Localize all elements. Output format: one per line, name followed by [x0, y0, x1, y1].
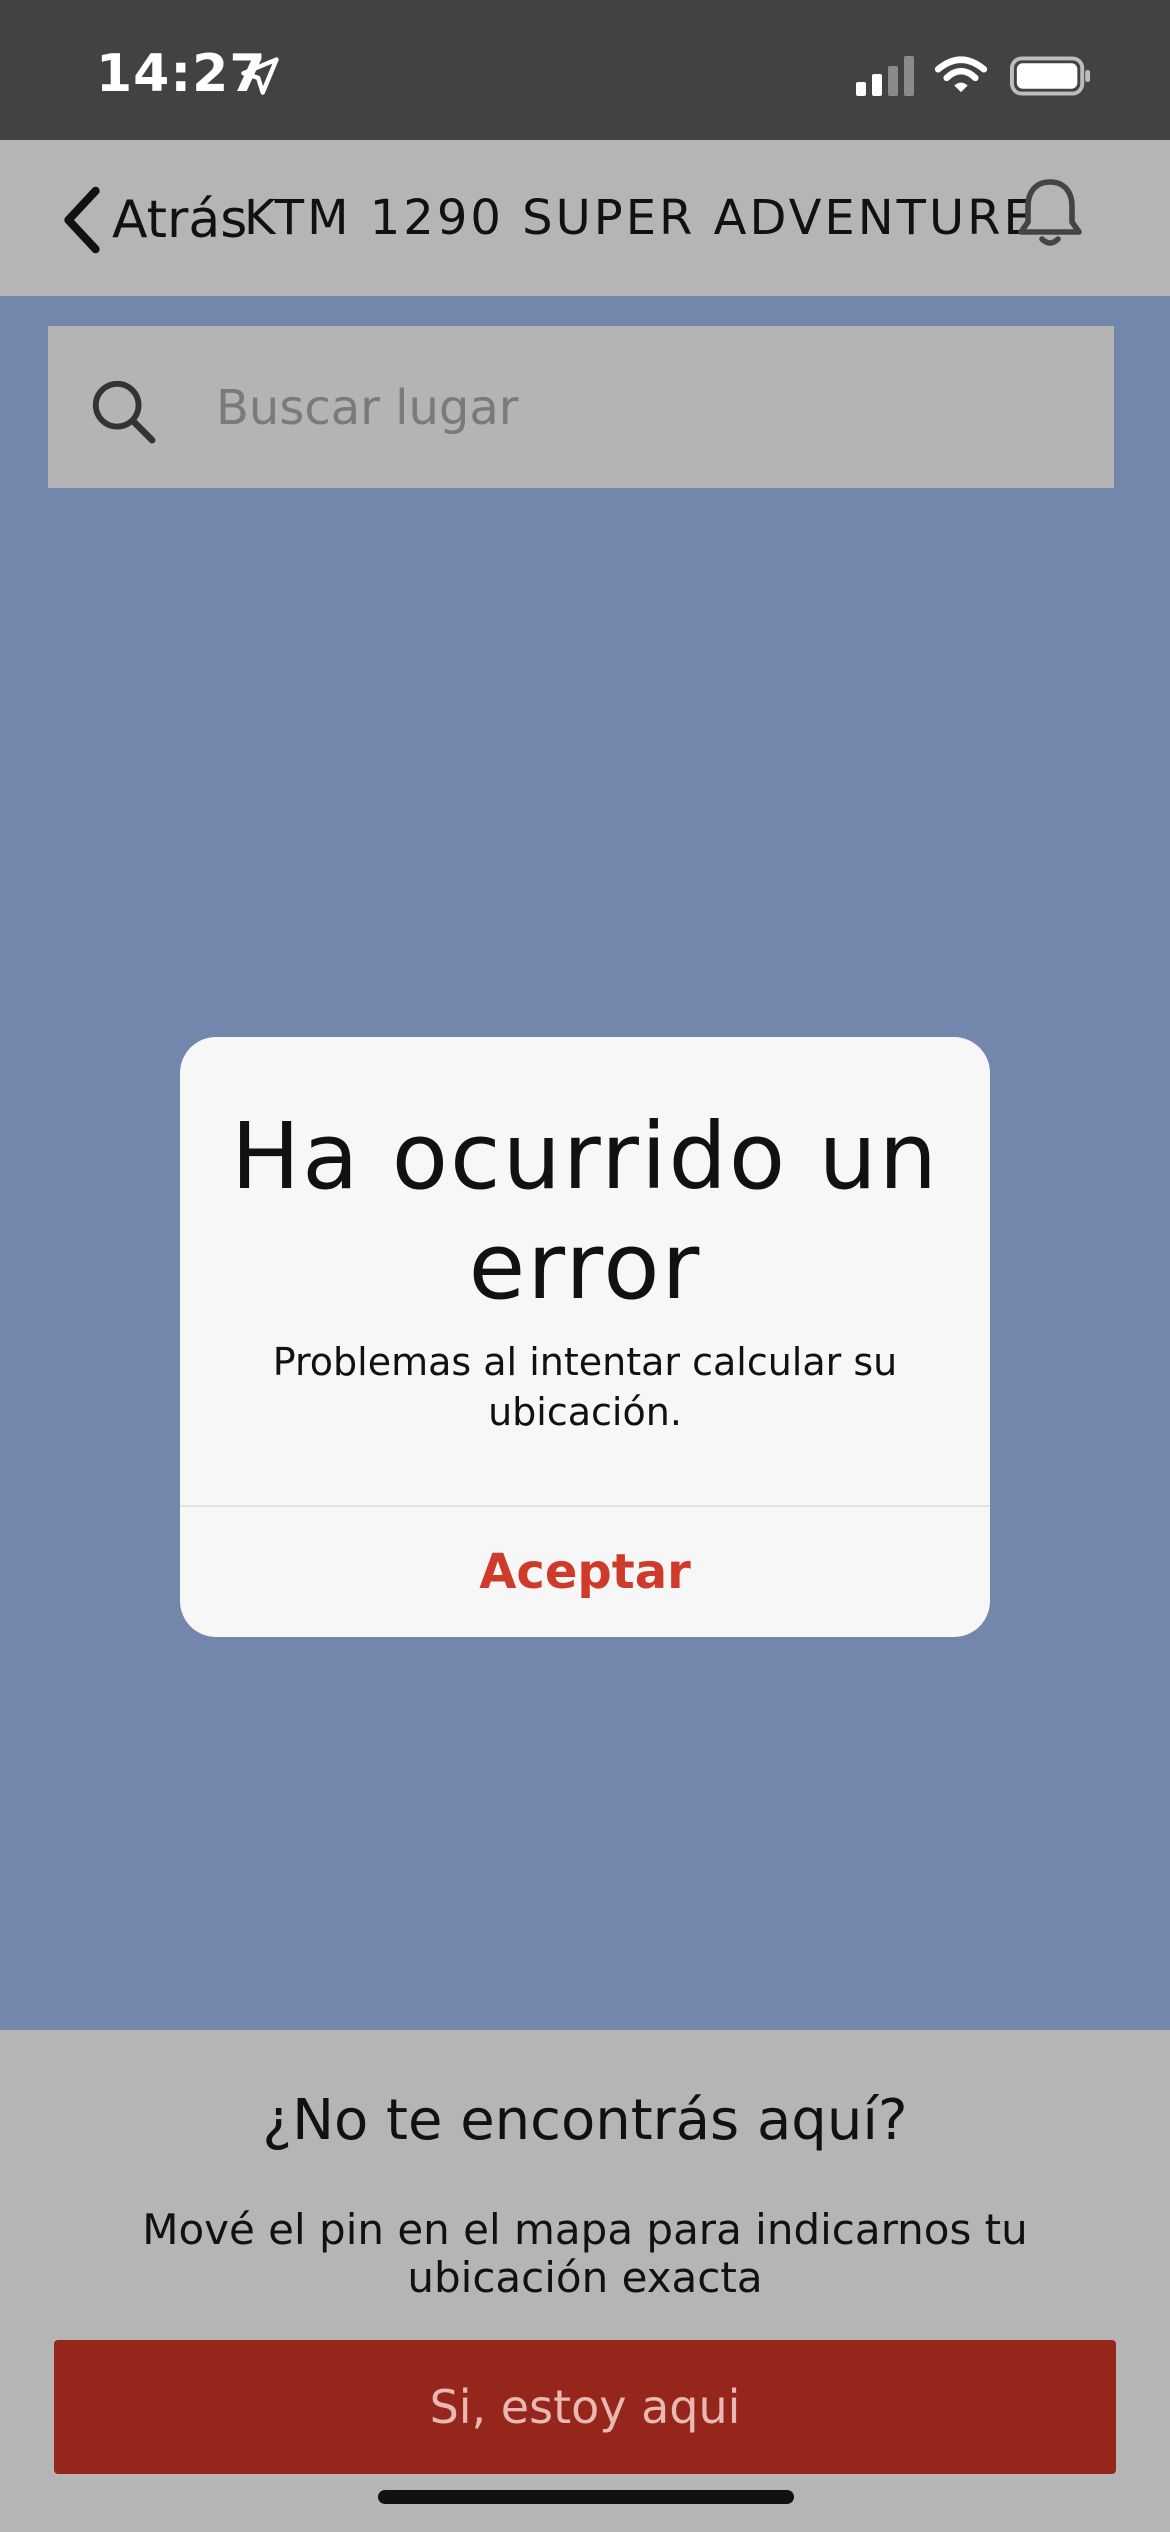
- back-label: Atrás: [112, 190, 248, 250]
- chevron-left-icon: [64, 186, 100, 254]
- battery-icon: [1010, 56, 1091, 96]
- dialog-title: Ha ocurrido un error: [230, 1103, 940, 1320]
- accept-button[interactable]: Aceptar: [180, 1507, 990, 1637]
- bottom-panel-description: Mové el pin en el mapa para indicarnos t…: [142, 2205, 1028, 2302]
- search-icon: [92, 380, 156, 444]
- wifi-icon: [934, 56, 988, 93]
- nav-bar: Atrás KTM 1290 SUPER ADVENTURE: [0, 140, 1170, 296]
- page-title: KTM 1290 SUPER ADVENTURE: [244, 190, 1037, 246]
- bottom-panel-title: ¿No te encontrás aquí?: [262, 2088, 908, 2153]
- bottom-panel: ¿No te encontrás aquí? Mové el pin en el…: [0, 2030, 1170, 2532]
- dialog-message: Problemas al intentar calcular su ubicac…: [272, 1340, 898, 1434]
- status-bar: 14:27: [0, 0, 1170, 140]
- cellular-signal-icon: [856, 56, 914, 96]
- bell-icon[interactable]: [1010, 172, 1090, 252]
- back-button[interactable]: Atrás: [60, 180, 247, 260]
- search-bar: [48, 326, 1114, 488]
- home-indicator: [378, 2490, 794, 2504]
- error-dialog: Ha ocurrido un error Problemas al intent…: [180, 1037, 990, 1637]
- location-arrow-icon: [241, 57, 279, 95]
- search-input[interactable]: [214, 366, 1078, 450]
- confirm-location-button[interactable]: Si, estoy aqui: [54, 2340, 1116, 2474]
